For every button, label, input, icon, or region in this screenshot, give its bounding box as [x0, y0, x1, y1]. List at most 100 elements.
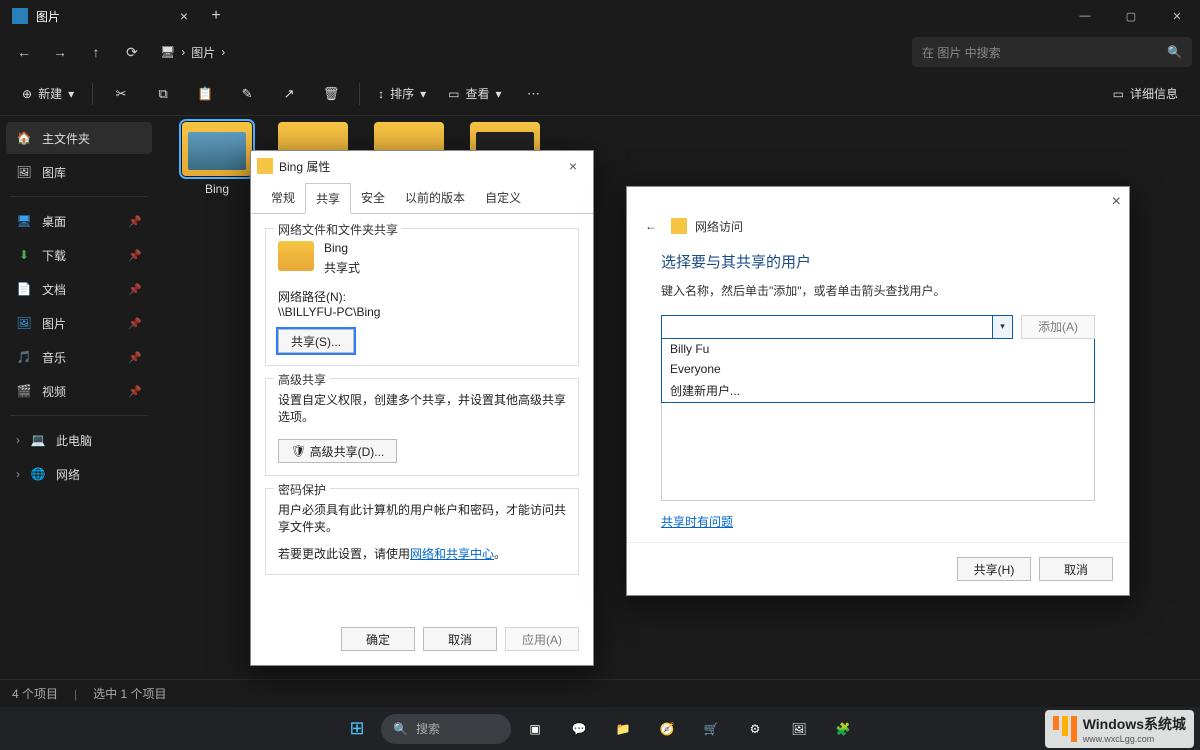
- dialog-titlebar[interactable]: Bing 属性 ×: [251, 151, 593, 181]
- sidebar-home[interactable]: 🏠主文件夹: [6, 122, 152, 154]
- back-button[interactable]: ←: [8, 36, 40, 68]
- folder-item[interactable]: Bing: [174, 122, 260, 196]
- close-wizard-button[interactable]: ×: [1112, 193, 1121, 211]
- sidebar-desktop[interactable]: 🖥桌面📌: [6, 205, 152, 237]
- network-center-link[interactable]: 网络和共享中心: [410, 547, 494, 561]
- properties-dialog: Bing 属性 × 常规 共享 安全 以前的版本 自定义 网络文件和文件夹共享 …: [250, 150, 594, 666]
- user-input[interactable]: [661, 315, 993, 339]
- share-confirm-button[interactable]: 共享(H): [957, 557, 1031, 581]
- folder-icon: [182, 122, 252, 176]
- taskbar-app[interactable]: ⚙: [735, 709, 775, 749]
- share-icon: [671, 218, 687, 234]
- window-controls: — ▢ ✕: [1062, 0, 1200, 32]
- ok-button[interactable]: 确定: [341, 627, 415, 651]
- netpath-label: 网络路径(N):: [278, 288, 566, 305]
- logo-icon: [1053, 716, 1077, 742]
- wizard-cancel-button[interactable]: 取消: [1039, 557, 1113, 581]
- help-link[interactable]: 共享时有问题: [661, 513, 1095, 530]
- copy-button[interactable]: ⧉: [145, 78, 181, 110]
- apply-button[interactable]: 应用(A): [505, 627, 579, 651]
- taskbar[interactable]: ⊞ 🔍搜索 ▣ 💬 📁 🧭 🛒 ⚙ 🖼 🧩: [0, 707, 1200, 750]
- picture-icon: 🖼: [16, 316, 32, 330]
- tab-previous-versions[interactable]: 以前的版本: [395, 183, 475, 213]
- video-icon: 🎬: [16, 384, 32, 398]
- breadcrumb-item[interactable]: 图片: [191, 44, 215, 61]
- share-state: 共享式: [324, 259, 360, 276]
- more-button[interactable]: ⋯: [516, 78, 552, 110]
- breadcrumb[interactable]: 🖥› 图片›: [152, 44, 233, 61]
- download-icon: ⬇: [16, 248, 32, 262]
- minimize-button[interactable]: —: [1062, 0, 1108, 32]
- sidebar-thispc[interactable]: ›💻此电脑: [6, 424, 152, 456]
- rename-button[interactable]: ✎: [229, 78, 265, 110]
- taskbar-app[interactable]: 🧩: [823, 709, 863, 749]
- view-button[interactable]: ▭查看▾: [440, 78, 509, 110]
- dropdown-button[interactable]: ▾: [993, 315, 1013, 339]
- sidebar-documents[interactable]: 📄文档📌: [6, 273, 152, 305]
- details-pane-button[interactable]: ▭详细信息: [1105, 78, 1186, 110]
- delete-button[interactable]: 🗑: [313, 78, 349, 110]
- share-button[interactable]: 共享(S)...: [278, 329, 354, 353]
- paste-button[interactable]: 📋: [187, 78, 223, 110]
- forward-button[interactable]: →: [44, 36, 76, 68]
- user-option[interactable]: 创建新用户...: [662, 379, 1094, 402]
- window-tab[interactable]: 图片 ×: [0, 0, 200, 32]
- tab-security[interactable]: 安全: [351, 183, 395, 213]
- taskbar-app[interactable]: 🧭: [647, 709, 687, 749]
- maximize-button[interactable]: ▢: [1108, 0, 1154, 32]
- wizard-header: ← 网络访问: [627, 218, 1129, 235]
- user-combo: ▾ 添加(A): [661, 315, 1095, 339]
- user-list[interactable]: [661, 403, 1095, 501]
- pin-icon: 📌: [128, 317, 142, 330]
- close-tab-icon[interactable]: ×: [180, 8, 188, 24]
- tab-customize[interactable]: 自定义: [475, 183, 531, 213]
- start-button[interactable]: ⊞: [337, 709, 377, 749]
- new-tab-button[interactable]: +: [200, 7, 232, 25]
- gallery-icon: 🖼: [16, 165, 32, 179]
- search-icon: 🔍: [1167, 45, 1182, 59]
- sidebar-music[interactable]: 🎵音乐📌: [6, 341, 152, 373]
- user-option[interactable]: Everyone: [662, 359, 1094, 379]
- add-button[interactable]: 添加(A): [1021, 315, 1095, 339]
- refresh-button[interactable]: ⟳: [116, 36, 148, 68]
- sidebar-downloads[interactable]: ⬇下载📌: [6, 239, 152, 271]
- wizard-buttons: 共享(H) 取消: [627, 542, 1129, 595]
- sidebar-gallery[interactable]: 🖼图库: [6, 156, 152, 188]
- dialog-title: Bing 属性: [279, 158, 330, 175]
- sidebar-videos[interactable]: 🎬视频📌: [6, 375, 152, 407]
- back-button[interactable]: ←: [645, 219, 657, 233]
- share-button[interactable]: ↗: [271, 78, 307, 110]
- advanced-desc: 设置自定义权限，创建多个共享，并设置其他高级共享选项。: [278, 391, 566, 425]
- close-window-button[interactable]: ✕: [1154, 0, 1200, 32]
- password-line1: 用户必须具有此计算机的用户帐户和密码，才能访问共享文件夹。: [278, 501, 566, 535]
- tab-title: 图片: [36, 8, 60, 25]
- taskbar-search[interactable]: 🔍搜索: [381, 714, 511, 744]
- taskbar-app[interactable]: 🛒: [691, 709, 731, 749]
- sidebar-pictures[interactable]: 🖼图片📌: [6, 307, 152, 339]
- tab-general[interactable]: 常规: [261, 183, 305, 213]
- document-icon: 📄: [16, 282, 32, 296]
- taskbar-app[interactable]: 📁: [603, 709, 643, 749]
- tab-sharing[interactable]: 共享: [305, 183, 351, 214]
- task-view-button[interactable]: ▣: [515, 709, 555, 749]
- close-dialog-button[interactable]: ×: [559, 158, 587, 174]
- dialog-body: 网络文件和文件夹共享 Bing 共享式 网络路径(N): \\BILLYFU-P…: [251, 214, 593, 665]
- user-option[interactable]: Billy Fu: [662, 339, 1094, 359]
- pin-icon: 📌: [128, 351, 142, 364]
- cut-button[interactable]: ✂: [103, 78, 139, 110]
- sort-button[interactable]: ↕排序▾: [370, 78, 434, 110]
- new-button[interactable]: ⊕新建▾: [14, 78, 82, 110]
- pc-icon: 💻: [30, 433, 46, 447]
- monitor-icon: 🖥: [160, 45, 175, 59]
- advanced-share-button[interactable]: 🛡 高级共享(D)...: [278, 439, 397, 463]
- selection-count: 选中 1 个项目: [93, 685, 166, 702]
- watermark-url: www.wxcLgg.com: [1083, 734, 1186, 744]
- taskbar-app[interactable]: 🖼: [779, 709, 819, 749]
- up-button[interactable]: ↑: [80, 36, 112, 68]
- sidebar-network[interactable]: ›🌐网络: [6, 458, 152, 490]
- wizard-top: ×: [627, 187, 1129, 218]
- network-sharing-group: 网络文件和文件夹共享 Bing 共享式 网络路径(N): \\BILLYFU-P…: [265, 228, 579, 366]
- cancel-button[interactable]: 取消: [423, 627, 497, 651]
- search-input[interactable]: 在 图片 中搜索 🔍: [912, 37, 1192, 67]
- taskbar-app[interactable]: 💬: [559, 709, 599, 749]
